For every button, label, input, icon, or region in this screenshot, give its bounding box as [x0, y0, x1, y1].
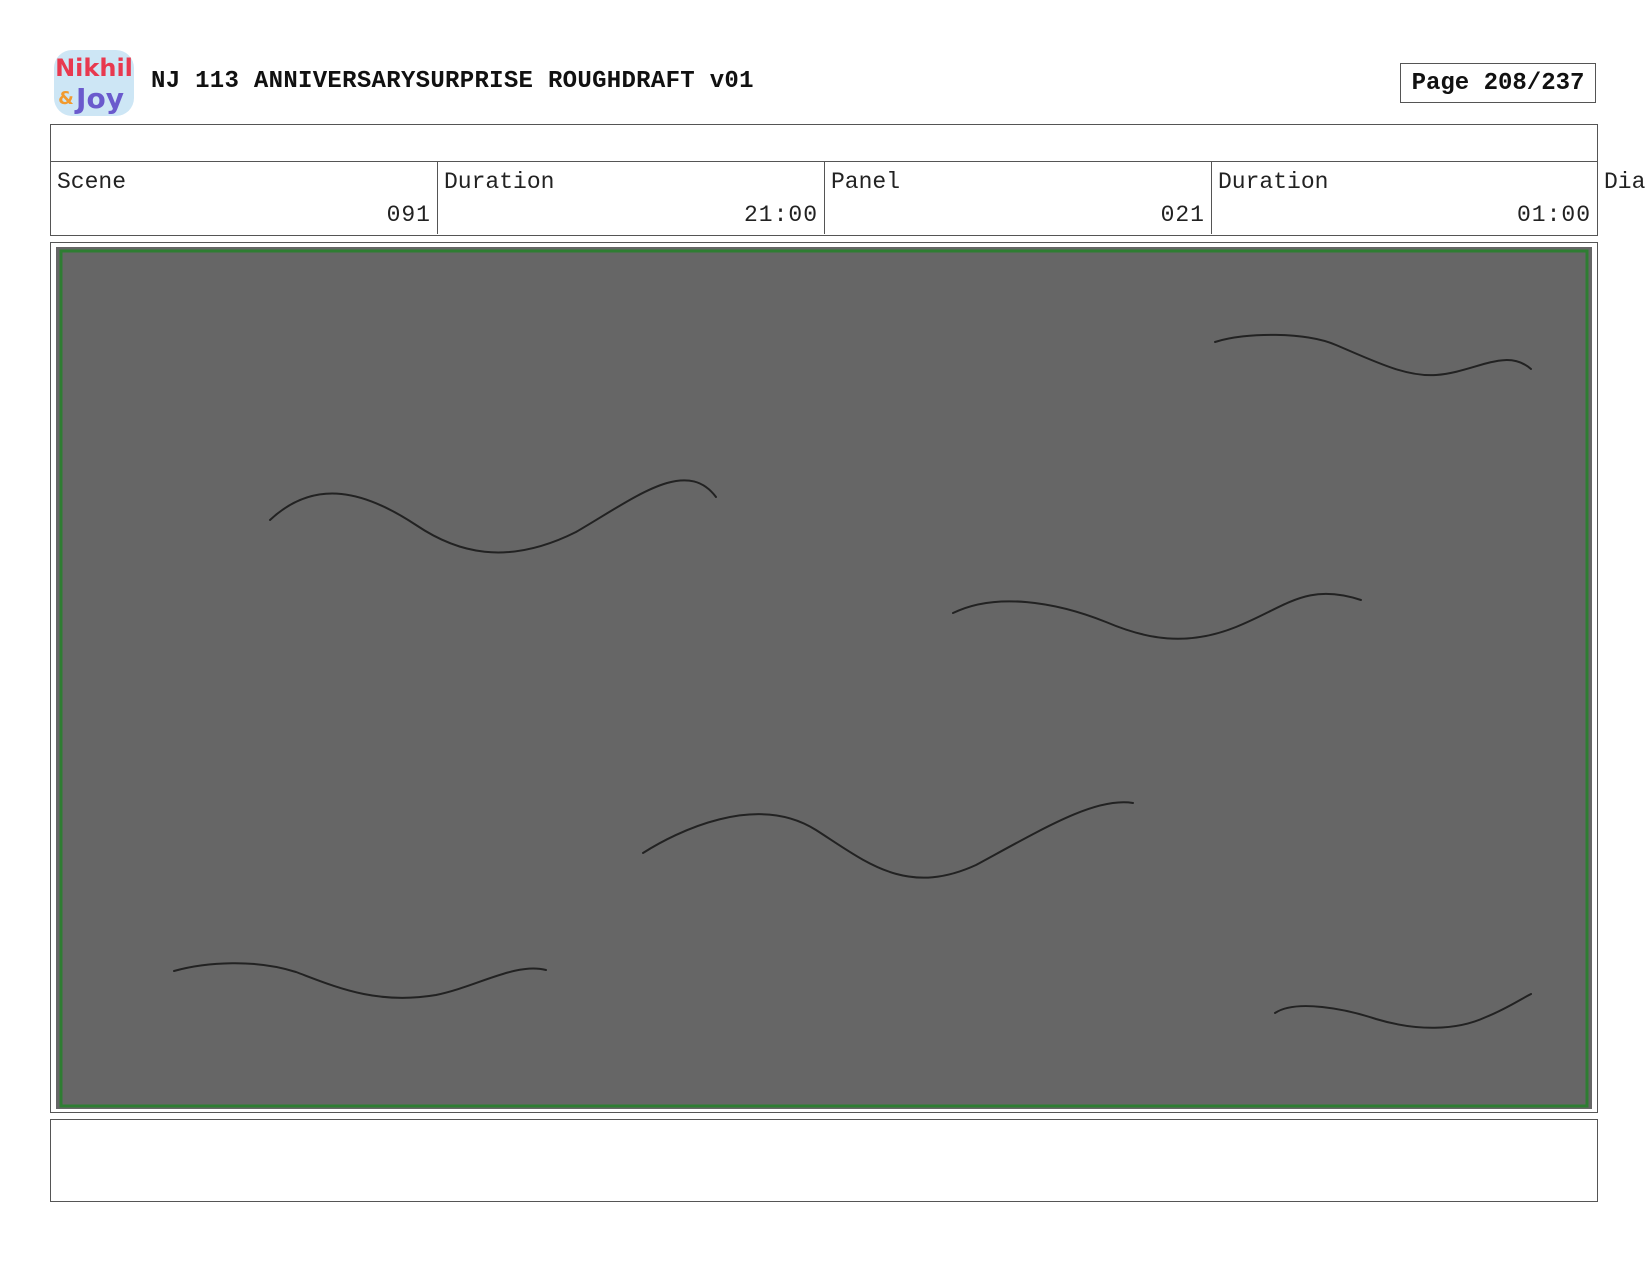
scene-duration-cell: Duration 21:00 — [438, 161, 825, 234]
panel-duration-label: Duration — [1218, 169, 1329, 195]
scene-cell: Scene 091 — [51, 161, 438, 234]
storyboard-panel-image — [56, 247, 1592, 1109]
page-number-box: Page 208/237 — [1400, 63, 1596, 103]
info-header-blank-row — [50, 124, 1598, 162]
panel-duration-cell: Duration 01:00 — [1212, 161, 1597, 234]
show-logo: Nikhil & Joy — [52, 48, 136, 118]
panel-notes-box[interactable] — [50, 1119, 1598, 1202]
info-row: Scene 091 Duration 21:00 Panel 021 Durat… — [50, 161, 1598, 236]
scene-value: 091 — [386, 202, 431, 228]
scene-duration-value: 21:00 — [743, 202, 818, 228]
logo-text-nikhil: Nikhil — [55, 54, 133, 82]
page-number: Page 208/237 — [1411, 69, 1585, 97]
panel-background — [56, 247, 1592, 1109]
panel-cell: Panel 021 — [825, 161, 1212, 234]
dialogue-label-overflow: Dia — [1604, 169, 1646, 195]
logo-text-amp: & — [58, 88, 74, 109]
scene-duration-label: Duration — [444, 169, 555, 195]
panel-value: 021 — [1160, 202, 1205, 228]
document-title: NJ 113 ANNIVERSARYSURPRISE ROUGHDRAFT v0… — [151, 68, 754, 95]
panel-label: Panel — [831, 169, 901, 195]
panel-duration-value: 01:00 — [1516, 202, 1591, 228]
scene-label: Scene — [57, 169, 127, 195]
logo-text-joy: Joy — [74, 82, 124, 115]
